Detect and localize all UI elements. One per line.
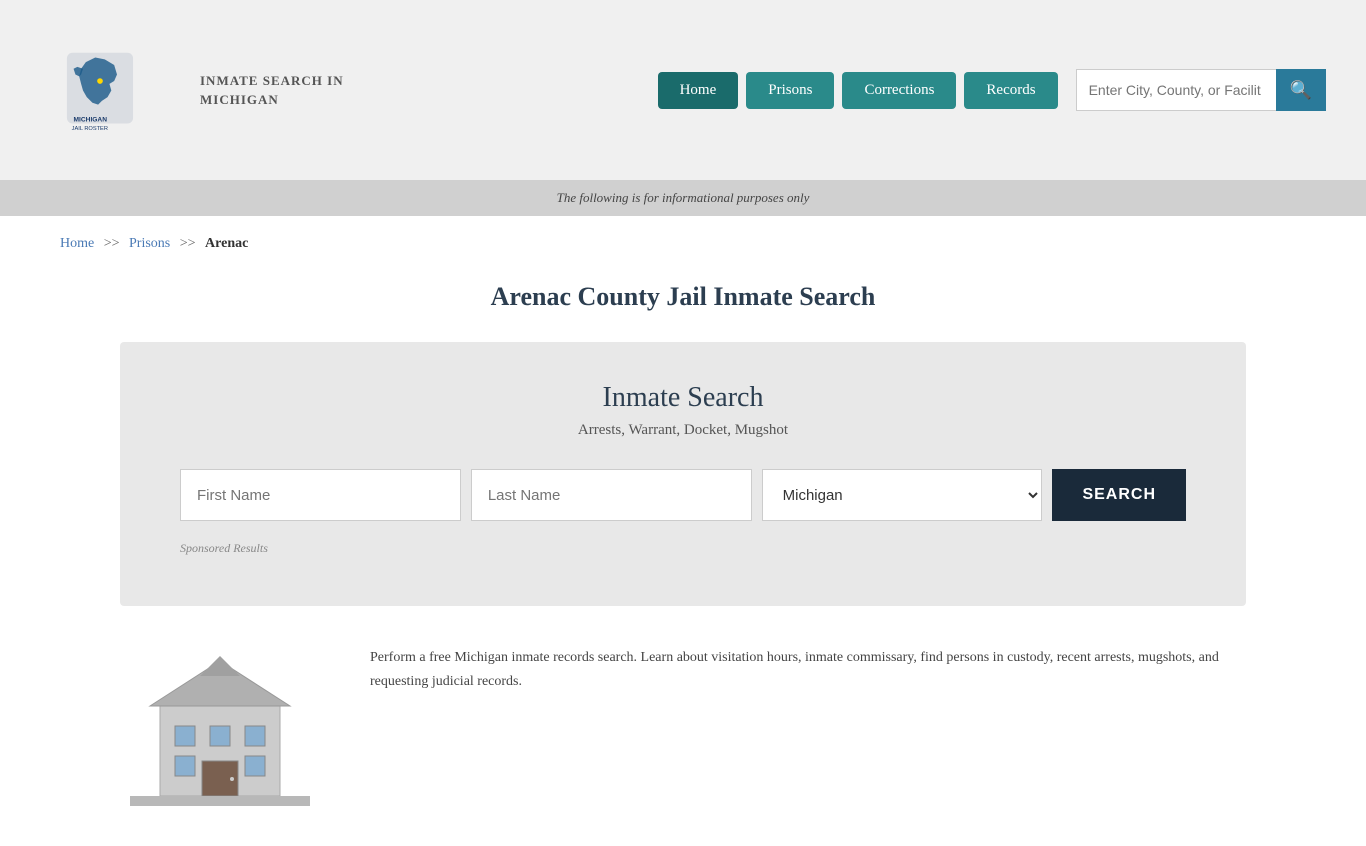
nav-area: Home Prisons Corrections Records 🔍 bbox=[658, 69, 1326, 111]
breadcrumb-current: Arenac bbox=[205, 236, 248, 251]
building-svg bbox=[130, 646, 310, 806]
info-banner: The following is for informational purpo… bbox=[0, 180, 1366, 216]
building-illustration bbox=[120, 646, 320, 806]
logo-area: MICHIGAN JAIL ROSTER bbox=[40, 48, 160, 133]
nav-corrections-button[interactable]: Corrections bbox=[842, 72, 956, 109]
page-title: Arenac County Jail Inmate Search bbox=[0, 282, 1366, 312]
breadcrumb-sep1: >> bbox=[104, 236, 120, 251]
breadcrumb: Home >> Prisons >> Arenac bbox=[0, 216, 1366, 272]
nav-home-button[interactable]: Home bbox=[658, 72, 739, 109]
bottom-description: Perform a free Michigan inmate records s… bbox=[370, 646, 1246, 694]
search-container: Inmate Search Arrests, Warrant, Docket, … bbox=[120, 342, 1246, 606]
bottom-section: Perform a free Michigan inmate records s… bbox=[0, 606, 1366, 846]
svg-text:MICHIGAN: MICHIGAN bbox=[74, 116, 108, 123]
header-search-button[interactable]: 🔍 bbox=[1276, 69, 1326, 111]
breadcrumb-sep2: >> bbox=[180, 236, 196, 251]
site-title: INMATE SEARCH IN MICHIGAN bbox=[190, 71, 344, 110]
nav-records-button[interactable]: Records bbox=[964, 72, 1057, 109]
first-name-input[interactable] bbox=[180, 469, 461, 521]
last-name-input[interactable] bbox=[471, 469, 752, 521]
header-search-input[interactable] bbox=[1076, 69, 1276, 111]
search-form: MichiganAlabamaAlaskaArizonaArkansasCali… bbox=[180, 469, 1186, 521]
search-box-title: Inmate Search bbox=[180, 382, 1186, 414]
search-button[interactable]: SEARCH bbox=[1052, 469, 1186, 521]
search-box-subtitle: Arrests, Warrant, Docket, Mugshot bbox=[180, 422, 1186, 439]
sponsored-label: Sponsored Results bbox=[180, 541, 1186, 556]
breadcrumb-prisons-link[interactable]: Prisons bbox=[129, 236, 170, 251]
state-select[interactable]: MichiganAlabamaAlaskaArizonaArkansasCali… bbox=[762, 469, 1043, 521]
nav-prisons-button[interactable]: Prisons bbox=[746, 72, 834, 109]
svg-text:JAIL ROSTER: JAIL ROSTER bbox=[72, 126, 108, 132]
breadcrumb-home-link[interactable]: Home bbox=[60, 236, 94, 251]
michigan-map-icon: MICHIGAN JAIL ROSTER bbox=[60, 48, 140, 133]
header-search-bar: 🔍 bbox=[1076, 69, 1326, 111]
header: MICHIGAN JAIL ROSTER INMATE SEARCH IN MI… bbox=[0, 0, 1366, 180]
